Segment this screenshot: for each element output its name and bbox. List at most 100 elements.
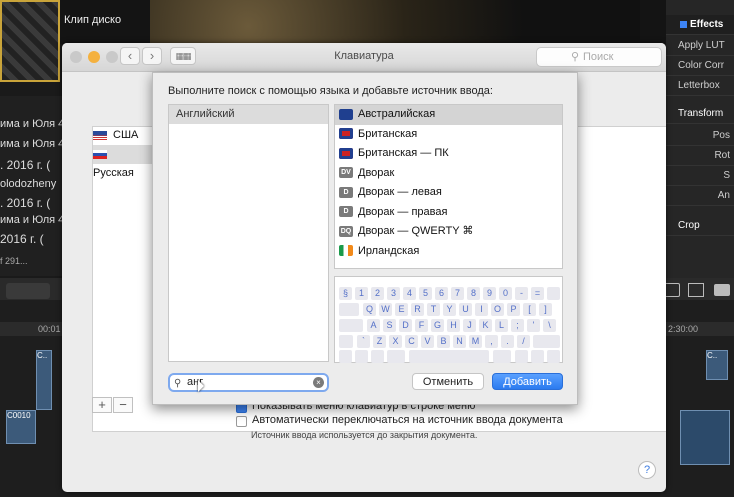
ie-flag-icon xyxy=(339,245,353,257)
layout-item-dvorak-left[interactable]: D Дворак — левая xyxy=(335,183,562,203)
remove-source-button[interactable]: − xyxy=(113,397,133,413)
add-button[interactable]: Добавить xyxy=(492,373,563,390)
layout-item-dvorak-right[interactable]: D Дворак — правая xyxy=(335,203,562,223)
key: E xyxy=(395,303,408,316)
key: M xyxy=(469,335,482,348)
copy-icon[interactable] xyxy=(688,283,704,297)
transform-rotation: Rot xyxy=(666,146,734,166)
key: § xyxy=(339,287,352,300)
event-list-item[interactable]: . 2016 г. ( xyxy=(0,196,50,210)
transform-position: Pos xyxy=(666,126,734,146)
key: = xyxy=(531,287,544,300)
key: 2 xyxy=(371,287,384,300)
event-list-item[interactable]: 2016 г. ( xyxy=(0,232,44,246)
ru-flag-icon xyxy=(93,149,107,159)
option-key xyxy=(515,350,528,363)
search-icon: ⚲ xyxy=(174,378,182,389)
auto-switch-label: Автоматически переключаться на источник … xyxy=(252,414,563,426)
crop-header[interactable]: Crop xyxy=(666,216,734,236)
clip-title: Клип диско xyxy=(64,14,122,26)
effects-checkbox-icon[interactable] xyxy=(680,20,687,28)
window-icon[interactable] xyxy=(664,283,680,297)
key: H xyxy=(447,319,460,332)
key: 4 xyxy=(403,287,416,300)
command-key xyxy=(493,350,511,363)
timeline-clip[interactable]: C.. xyxy=(36,350,52,410)
dvorak-qwerty-icon: DQ xyxy=(339,225,353,237)
window-search-field[interactable]: ⚲ Поиск xyxy=(536,47,662,67)
effect-color-correction[interactable]: Color Corr xyxy=(666,56,734,76)
effect-letterbox[interactable]: Letterbox xyxy=(666,76,734,96)
dvorak-right-icon: D xyxy=(339,206,353,218)
ctrl-key xyxy=(355,350,368,363)
keyboard-preview: § 1 2 3 4 5 6 7 8 9 0 - = Q W E R T Y U … xyxy=(334,276,563,363)
event-list-item[interactable]: има и Юля 4 xyxy=(0,118,64,130)
layout-item-australian[interactable]: Австралийская xyxy=(335,105,562,125)
timeline-clip[interactable] xyxy=(680,410,730,465)
input-source-row[interactable]: Русская xyxy=(93,145,153,179)
layout-item-irish[interactable]: Ирландская xyxy=(335,242,562,262)
key: V xyxy=(421,335,434,348)
dvorak-left-icon: D xyxy=(339,186,353,198)
key: U xyxy=(459,303,472,316)
option-key xyxy=(371,350,384,363)
key: T xyxy=(427,303,440,316)
add-source-button[interactable]: + xyxy=(92,397,112,413)
event-list-item[interactable]: . 2016 г. ( xyxy=(0,158,50,172)
layout-item-british[interactable]: Британская xyxy=(335,125,562,145)
key: 7 xyxy=(451,287,464,300)
camera-icon[interactable] xyxy=(714,284,730,296)
key: N xyxy=(453,335,466,348)
key: Y xyxy=(443,303,456,316)
transform-anchor: An xyxy=(666,186,734,206)
arrow-key xyxy=(547,350,560,363)
event-list-item[interactable]: има и Юля 4 xyxy=(0,214,64,226)
uk-flag-icon xyxy=(339,128,353,140)
timeline-clip[interactable]: C0010 xyxy=(6,410,36,444)
key: I xyxy=(475,303,488,316)
keyboard-row xyxy=(335,350,564,363)
add-input-source-dialog: Выполните поиск с помощью языка и добавь… xyxy=(152,72,578,405)
transform-header[interactable]: Transform xyxy=(666,104,734,124)
mouse-cursor-icon xyxy=(198,380,204,392)
layout-item-british-pc[interactable]: Британская — ПК xyxy=(335,144,562,164)
key: Q xyxy=(363,303,376,316)
key: \ xyxy=(543,319,556,332)
layout-item-dvorak[interactable]: DV Дворак xyxy=(335,164,562,184)
key: J xyxy=(463,319,476,332)
command-key xyxy=(387,350,405,363)
shift-key xyxy=(533,335,560,348)
key: S xyxy=(383,319,396,332)
clear-search-icon[interactable]: × xyxy=(313,377,324,388)
cancel-button[interactable]: Отменить xyxy=(412,373,484,390)
key: A xyxy=(367,319,380,332)
key: L xyxy=(495,319,508,332)
auto-switch-checkbox[interactable] xyxy=(236,416,247,427)
key: 3 xyxy=(387,287,400,300)
language-search-field[interactable]: ⚲ анг × xyxy=(168,373,329,392)
key: / xyxy=(517,335,530,348)
language-list[interactable]: Английский xyxy=(168,104,329,362)
event-list-item[interactable]: olodozheny xyxy=(0,178,56,190)
inspector-panel: Effects Apply LUT Color Corr Letterbox T… xyxy=(666,0,734,300)
key: W xyxy=(379,303,392,316)
layout-list[interactable]: Австралийская Британская Британская — ПК… xyxy=(334,104,563,269)
key: , xyxy=(485,335,498,348)
keyboard-row: ` Z X C V B N M , . / xyxy=(335,335,564,348)
timeline-tool-button[interactable] xyxy=(6,283,50,299)
key: B xyxy=(437,335,450,348)
key: K xyxy=(479,319,492,332)
timeline-clip[interactable]: C.. xyxy=(706,350,728,380)
input-source-row[interactable]: США xyxy=(93,126,153,145)
clip-thumbnail[interactable] xyxy=(0,0,60,82)
layout-item-dvorak-qwerty[interactable]: DQ Дворак — QWERTY ⌘ xyxy=(335,222,562,242)
layout-item-partial[interactable] xyxy=(335,261,562,268)
effect-apply-lut[interactable]: Apply LUT xyxy=(666,36,734,56)
language-item[interactable]: Английский xyxy=(169,105,328,124)
help-button[interactable]: ? xyxy=(638,461,656,479)
fn-key xyxy=(339,350,352,363)
tab-key xyxy=(339,303,359,316)
event-list-item[interactable]: има и Юля 4 xyxy=(0,138,64,150)
search-icon: ⚲ xyxy=(571,51,580,63)
key: 8 xyxy=(467,287,480,300)
